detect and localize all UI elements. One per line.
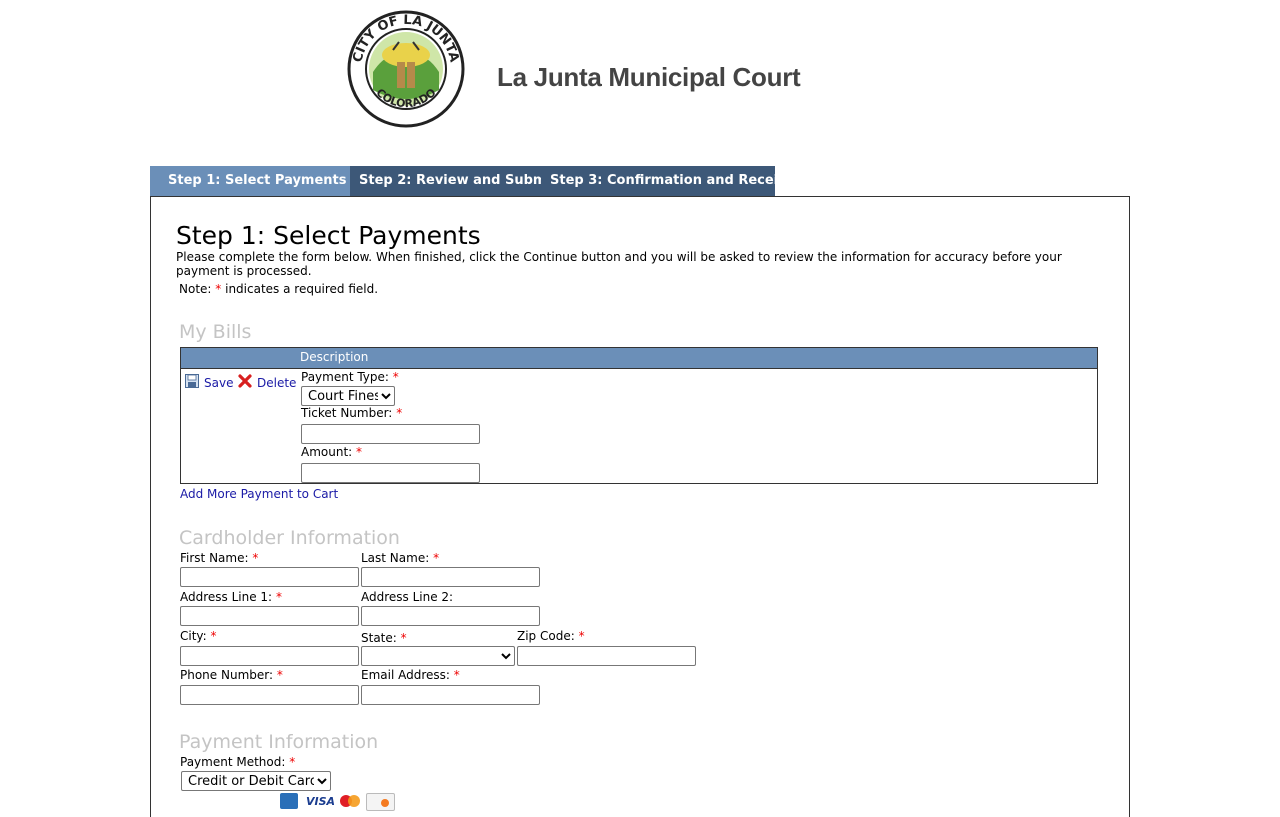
address-line-1-input[interactable] <box>180 606 359 626</box>
visa-card-icon: VISA <box>304 793 335 809</box>
city-seal-logo: CITY OF LA JUNTA COLORADO <box>347 10 465 128</box>
payment-method-label: Payment Method: * <box>180 755 295 769</box>
required-star: * <box>578 629 585 643</box>
first-name-input[interactable] <box>180 567 359 587</box>
address-line-2-label: Address Line 2: <box>361 590 454 604</box>
required-note: Note: * indicates a required field. <box>179 282 378 296</box>
address-line-2-input[interactable] <box>361 606 540 626</box>
state-select[interactable] <box>361 646 515 666</box>
bills-table-header: Description <box>181 348 1097 369</box>
required-star: * <box>453 668 460 682</box>
phone-number-label: Phone Number: * <box>180 668 283 682</box>
payment-method-select[interactable]: Credit or Debit Card <box>181 771 331 791</box>
email-address-label: Email Address: * <box>361 668 460 682</box>
required-star: * <box>433 551 440 565</box>
last-name-label-text: Last Name: <box>361 551 430 565</box>
page-heading: Step 1: Select Payments <box>176 221 481 250</box>
mastercard-card-icon <box>339 793 361 809</box>
intro-text: Please complete the form below. When fin… <box>176 250 1062 278</box>
first-name-label-text: First Name: <box>180 551 249 565</box>
last-name-input[interactable] <box>361 567 540 587</box>
payment-info-title: Payment Information <box>179 731 379 753</box>
required-star: * <box>276 668 283 682</box>
note-prefix: Note: <box>179 282 212 296</box>
amount-label-text: Amount: <box>301 445 353 459</box>
add-more-payment-link[interactable]: Add More Payment to Cart <box>180 487 338 501</box>
step-tabs: Step 1: Select Payments Step 2: Review a… <box>150 166 775 196</box>
tab-step-2[interactable]: Step 2: Review and Submit <box>350 166 541 196</box>
required-star: * <box>356 445 363 459</box>
payment-type-select[interactable]: Court Fines <box>301 386 395 406</box>
address-line-1-label-text: Address Line 1: <box>180 590 273 604</box>
required-star: * <box>400 631 407 645</box>
required-star: * <box>275 590 282 604</box>
email-address-label-text: Email Address: <box>361 668 450 682</box>
zip-code-label: Zip Code: * <box>517 629 585 643</box>
required-star: * <box>396 406 403 420</box>
zip-code-label-text: Zip Code: <box>517 629 575 643</box>
discover-card-icon <box>366 793 395 811</box>
note-suffix: indicates a required field. <box>225 282 379 296</box>
delete-icon[interactable] <box>238 373 252 388</box>
ticket-number-input[interactable] <box>301 424 480 444</box>
payment-type-label: Payment Type: * <box>301 370 399 384</box>
amex-card-icon <box>280 793 298 809</box>
city-label-text: City: <box>180 629 207 643</box>
cardholder-info-title: Cardholder Information <box>179 527 400 549</box>
first-name-label: First Name: * <box>180 551 258 565</box>
svg-text:VISA: VISA <box>306 795 334 808</box>
required-star: * <box>392 370 399 384</box>
payment-method-label-text: Payment Method: <box>180 755 286 769</box>
last-name-label: Last Name: * <box>361 551 439 565</box>
tab-step-3[interactable]: Step 3: Confirmation and Receipt <box>541 166 775 196</box>
save-icon[interactable] <box>185 373 199 388</box>
description-column-header: Description <box>300 350 369 364</box>
state-label: State: * <box>361 631 407 645</box>
ticket-number-label-text: Ticket Number: <box>301 406 393 420</box>
my-bills-title: My Bills <box>179 321 252 343</box>
required-star: * <box>215 282 222 296</box>
delete-link[interactable]: Delete <box>257 376 296 390</box>
email-address-input[interactable] <box>361 685 540 705</box>
payment-type-label-text: Payment Type: <box>301 370 389 384</box>
city-label: City: * <box>180 629 217 643</box>
state-label-text: State: <box>361 631 397 645</box>
required-star: * <box>252 551 259 565</box>
save-link[interactable]: Save <box>204 376 233 390</box>
address-line-1-label: Address Line 1: * <box>180 590 282 604</box>
zip-code-input[interactable] <box>517 646 696 666</box>
tab-step-1[interactable]: Step 1: Select Payments <box>150 166 350 196</box>
required-star: * <box>289 755 296 769</box>
amount-input[interactable] <box>301 463 480 483</box>
ticket-number-label: Ticket Number: * <box>301 406 402 420</box>
city-input[interactable] <box>180 646 359 666</box>
amount-label: Amount: * <box>301 445 362 459</box>
court-title: La Junta Municipal Court <box>497 62 801 92</box>
required-star: * <box>210 629 217 643</box>
phone-number-label-text: Phone Number: <box>180 668 274 682</box>
phone-number-input[interactable] <box>180 685 359 705</box>
